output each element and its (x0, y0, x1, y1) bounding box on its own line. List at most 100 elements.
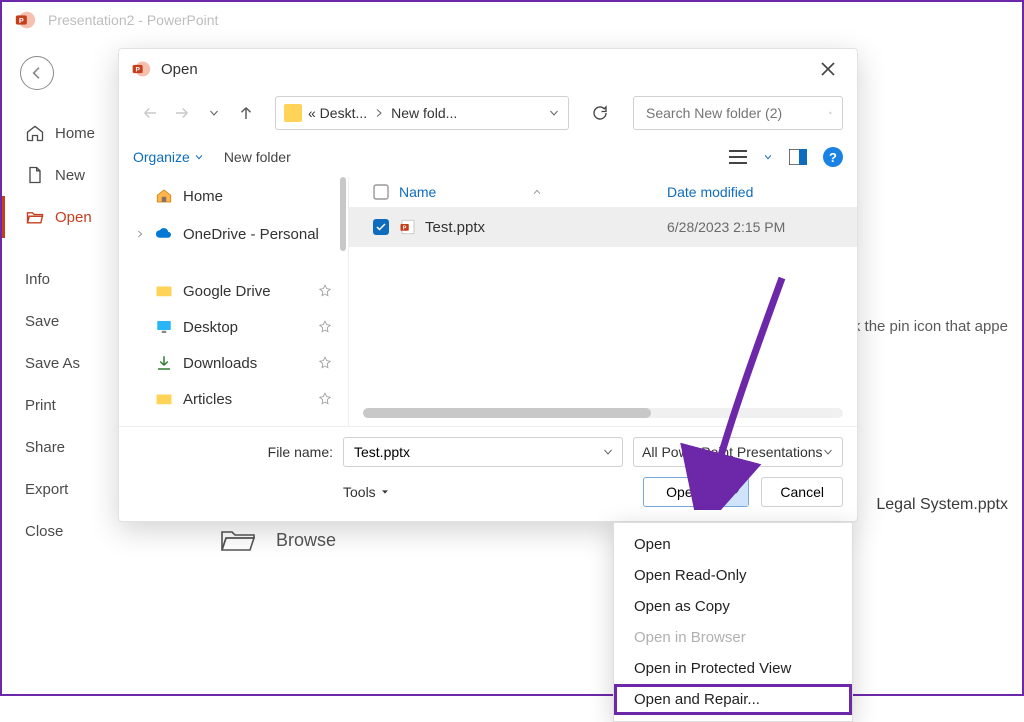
preview-pane-icon (789, 149, 807, 165)
nav-label: New (55, 167, 85, 184)
place-downloads[interactable]: Downloads (119, 345, 348, 381)
place-desktop[interactable]: Desktop (119, 309, 348, 345)
caret-down-icon (731, 487, 741, 497)
nav-label: Share (25, 439, 65, 456)
search-input[interactable] (633, 96, 843, 130)
folder-icon (284, 104, 302, 122)
refresh-button[interactable] (583, 96, 617, 130)
breadcrumb-seg[interactable]: « Deskt... (308, 105, 367, 121)
chevron-down-icon (194, 152, 204, 162)
search-icon (829, 105, 832, 121)
column-name[interactable]: Name (399, 184, 667, 200)
browse-label: Browse (276, 530, 336, 551)
pin-icon[interactable] (318, 356, 332, 370)
arrow-left-icon (29, 65, 45, 81)
pin-icon[interactable] (318, 320, 332, 334)
open-button-dropdown[interactable] (722, 478, 748, 506)
place-label: Desktop (183, 319, 238, 336)
open-dropdown-menu: Open Open Read-Only Open as Copy Open in… (613, 522, 853, 722)
file-date: 6/28/2023 2:15 PM (667, 219, 847, 235)
view-mode-button[interactable] (725, 144, 751, 170)
place-label: Articles (183, 391, 232, 408)
organize-menu[interactable]: Organize (133, 149, 204, 165)
place-google-drive[interactable]: Google Drive (119, 273, 348, 309)
home-icon (25, 123, 45, 143)
help-button[interactable]: ? (823, 147, 843, 167)
search-field[interactable] (644, 104, 829, 122)
file-pane: Name Date modified P Test.pptx 6/28/2023 … (349, 177, 857, 426)
places-scrollbar[interactable] (340, 177, 346, 251)
chevron-down-icon[interactable] (548, 107, 560, 119)
download-icon (155, 354, 173, 372)
menu-open-protected-view[interactable]: Open in Protected View (614, 653, 852, 684)
organize-label: Organize (133, 149, 190, 165)
dialog-body: Home OneDrive - Personal Google Drive De… (119, 177, 857, 426)
file-name: Test.pptx (425, 219, 485, 236)
dialog-title: Open (161, 61, 198, 78)
pptx-file-icon: P (399, 218, 417, 236)
nav-label: Open (55, 209, 92, 226)
pin-icon[interactable] (318, 284, 332, 298)
open-dialog: P Open « Deskt... New fold... Organize N… (118, 48, 858, 522)
caret-down-icon (380, 487, 390, 497)
chevron-right-icon (373, 107, 385, 119)
home-icon (155, 187, 173, 205)
checkbox-checked-icon[interactable] (373, 219, 389, 235)
preview-pane-button[interactable] (785, 144, 811, 170)
arrow-right-icon (173, 104, 191, 122)
menu-open-read-only[interactable]: Open Read-Only (614, 560, 852, 591)
tools-menu[interactable]: Tools (343, 484, 390, 500)
file-name-field[interactable] (352, 443, 602, 461)
place-label: Downloads (183, 355, 257, 372)
nav-label: Home (55, 125, 95, 142)
refresh-icon (591, 104, 609, 122)
cancel-button[interactable]: Cancel (761, 477, 843, 507)
dialog-nav-bar: « Deskt... New fold... (119, 89, 857, 137)
place-onedrive[interactable]: OneDrive - Personal (119, 215, 340, 253)
file-type-filter[interactable]: All PowerPoint Presentations (*. (633, 437, 843, 467)
nav-label: Info (25, 271, 50, 288)
menu-open-and-repair[interactable]: Open and Repair... (614, 684, 852, 715)
arrow-up-icon (237, 104, 255, 122)
up-button[interactable] (233, 100, 259, 126)
nav-forward-button (169, 100, 195, 126)
menu-open-as-copy[interactable]: Open as Copy (614, 591, 852, 622)
menu-open-in-browser: Open in Browser (614, 622, 852, 653)
checkbox-unchecked-icon[interactable] (373, 184, 389, 200)
chevron-down-icon (822, 446, 834, 458)
place-home[interactable]: Home (119, 177, 340, 215)
nav-label: Print (25, 397, 56, 414)
dialog-header: P Open (119, 49, 857, 89)
column-date[interactable]: Date modified (667, 184, 847, 200)
chevron-down-icon[interactable] (763, 152, 773, 162)
menu-open[interactable]: Open (614, 529, 852, 560)
breadcrumb[interactable]: « Deskt... New fold... (275, 96, 569, 130)
file-row[interactable]: P Test.pptx 6/28/2023 2:15 PM (349, 207, 857, 247)
back-button[interactable] (20, 56, 54, 90)
browse-row[interactable]: Browse (220, 526, 336, 554)
chevron-down-icon[interactable] (602, 446, 614, 458)
column-headers: Name Date modified (349, 177, 857, 207)
open-button[interactable]: Open (643, 477, 749, 507)
recent-file-text: Legal System.pptx (876, 496, 1008, 514)
pin-icon[interactable] (318, 392, 332, 406)
file-icon (25, 165, 45, 185)
nav-back-button (137, 100, 163, 126)
horizontal-scrollbar[interactable] (363, 408, 843, 418)
recent-locations-button[interactable] (201, 100, 227, 126)
place-label: Google Drive (183, 283, 271, 300)
open-button-main[interactable]: Open (644, 478, 722, 506)
folder-open-icon (220, 526, 256, 554)
file-name-input[interactable] (343, 437, 623, 467)
desktop-icon (155, 318, 173, 336)
svg-text:P: P (403, 225, 407, 231)
chevron-down-icon (208, 107, 220, 119)
place-label: Home (183, 188, 223, 205)
powerpoint-logo-icon: P (131, 59, 151, 79)
dialog-footer: File name: All PowerPoint Presentations … (119, 426, 857, 521)
close-button[interactable] (811, 52, 845, 86)
dialog-toolbar: Organize New folder ? (119, 137, 857, 177)
place-articles[interactable]: Articles (119, 381, 348, 417)
new-folder-button[interactable]: New folder (224, 149, 291, 165)
breadcrumb-seg[interactable]: New fold... (391, 105, 457, 121)
